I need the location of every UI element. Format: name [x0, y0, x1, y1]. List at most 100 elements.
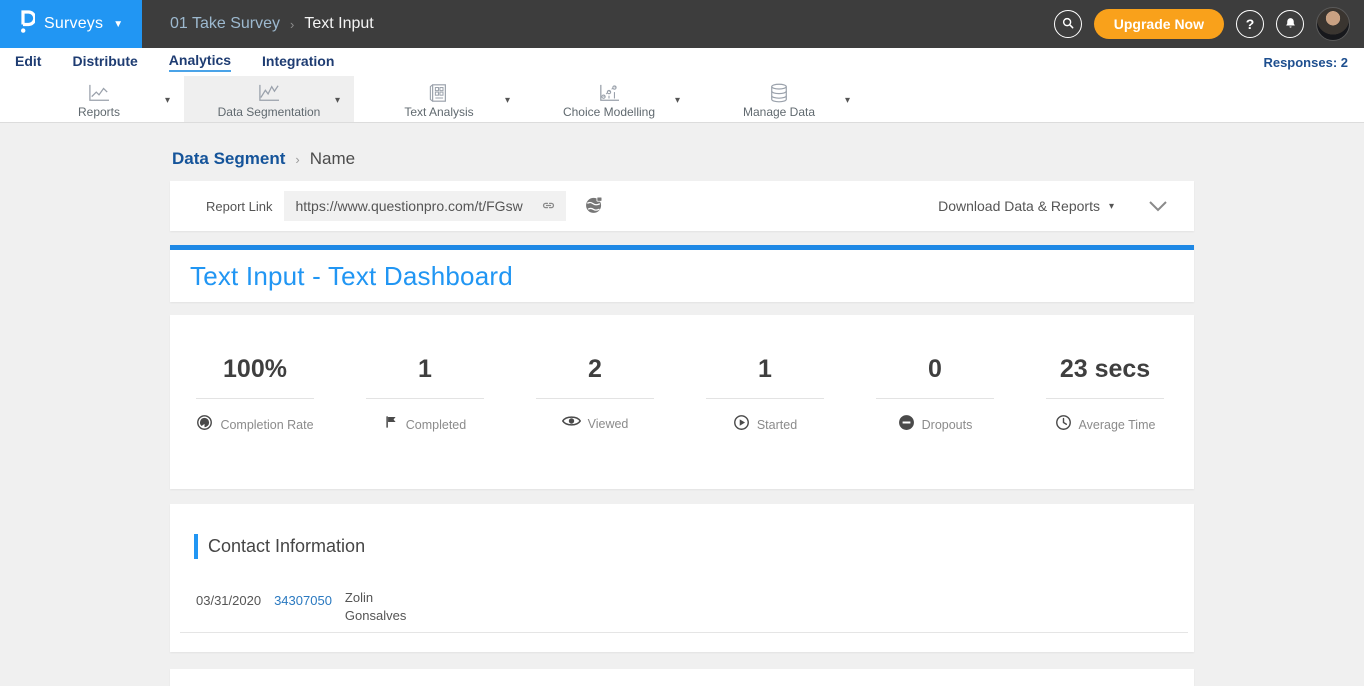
stat-dropouts: 0 Dropouts — [852, 355, 1018, 489]
stat-label: Started — [757, 418, 797, 432]
flag-icon — [384, 414, 399, 435]
breadcrumb-separator: › — [290, 17, 294, 32]
response-date: 03/31/2020 — [196, 589, 261, 608]
clock-icon — [1055, 414, 1072, 436]
play-icon — [733, 414, 750, 436]
text-analysis-icon — [428, 83, 450, 103]
notifications-button[interactable] — [1276, 10, 1304, 38]
breadcrumb: 01 Take Survey › Text Input — [170, 15, 374, 33]
response-id-link[interactable]: 34307050 — [274, 589, 332, 608]
link-icon[interactable] — [539, 197, 558, 219]
choice-modelling-icon — [597, 83, 621, 103]
section-accent-bar — [194, 534, 198, 559]
report-link-card: Report Link Download Data & Reports — [170, 181, 1194, 231]
nav-item-distribute[interactable]: Distribute — [72, 53, 137, 71]
minus-circle-icon — [898, 414, 915, 436]
toolbar-item-data-segmentation[interactable]: Data Segmentation ▾ — [184, 76, 354, 122]
divider — [706, 398, 824, 399]
stat-average-time: 23 secs Average Time — [1022, 355, 1188, 489]
chevron-down-icon[interactable]: ▾ — [675, 95, 680, 106]
question-mark-icon: ? — [1246, 16, 1255, 32]
divider — [366, 398, 484, 399]
breadcrumb-separator: › — [295, 152, 299, 167]
nav-item-analytics[interactable]: Analytics — [169, 52, 231, 72]
stat-value: 1 — [682, 355, 848, 384]
stat-completion-rate: 100% Completion Rate — [172, 355, 338, 489]
chevron-down-icon[interactable]: ▾ — [505, 95, 510, 106]
survey-stats-card: 100% Completion Rate 1 Completed — [170, 315, 1194, 489]
toolbar-item-label: Data Segmentation — [218, 105, 321, 119]
search-icon — [1061, 16, 1075, 33]
database-icon — [768, 83, 790, 103]
nav-item-edit[interactable]: Edit — [15, 53, 41, 71]
toolbar-item-choice-modelling[interactable]: Choice Modelling ▾ — [524, 76, 694, 122]
next-section-card — [170, 669, 1194, 686]
stat-label: Viewed — [588, 417, 629, 431]
toolbar-item-reports[interactable]: Reports ▾ — [14, 76, 184, 122]
stat-value: 1 — [342, 355, 508, 384]
help-button[interactable]: ? — [1236, 10, 1264, 38]
divider — [536, 398, 654, 399]
toolbar-item-label: Text Analysis — [404, 105, 473, 119]
stat-started: 1 Started — [682, 355, 848, 489]
analytics-toolbar: Reports ▾ Data Segmentation ▾ Text Analy… — [0, 76, 1364, 123]
stat-label: Completion Rate — [220, 418, 313, 432]
stat-label: Completed — [406, 418, 466, 432]
contact-information-card: Contact Information 03/31/2020 34307050 … — [170, 504, 1194, 652]
collapse-section-chevron[interactable] — [1148, 200, 1168, 212]
breadcrumb-data-segment-link[interactable]: Data Segment — [172, 149, 285, 169]
eye-icon — [562, 414, 581, 433]
toolbar-item-label: Reports — [78, 105, 120, 119]
search-button[interactable] — [1054, 10, 1082, 38]
download-label: Download Data & Reports — [938, 198, 1100, 214]
questionpro-logo-icon — [18, 9, 35, 39]
breadcrumb-current-segment: Name — [310, 149, 355, 169]
report-link-input[interactable] — [284, 191, 566, 221]
download-data-reports-dropdown[interactable]: Download Data & Reports ▾ — [938, 198, 1114, 214]
globe-lock-icon[interactable] — [584, 195, 604, 220]
dashboard-title-card: Text Input - Text Dashboard — [170, 245, 1194, 302]
divider — [180, 632, 1188, 633]
stat-label: Average Time — [1079, 418, 1156, 432]
stat-label: Dropouts — [922, 418, 973, 432]
stat-value: 100% — [172, 355, 338, 384]
contact-information-heading: Contact Information — [208, 536, 365, 557]
completion-rate-icon — [196, 414, 213, 436]
upgrade-now-button[interactable]: Upgrade Now — [1094, 9, 1224, 39]
chevron-down-icon: ▾ — [1109, 201, 1114, 212]
stat-value: 2 — [512, 355, 678, 384]
breadcrumb-survey-name[interactable]: 01 Take Survey — [170, 15, 280, 33]
stat-completed: 1 Completed — [342, 355, 508, 489]
user-avatar[interactable] — [1316, 7, 1350, 41]
stat-value: 23 secs — [1022, 355, 1188, 384]
chevron-down-icon[interactable]: ▾ — [165, 95, 170, 106]
line-chart-icon — [87, 83, 111, 103]
respondent-name: Zolin Gonsalves — [345, 589, 415, 624]
product-name: Surveys — [44, 15, 103, 33]
nav-item-integration[interactable]: Integration — [262, 53, 334, 71]
bell-icon — [1284, 16, 1297, 33]
chevron-down-icon[interactable]: ▾ — [335, 95, 340, 106]
main-content: Data Segment › Name Report Link — [0, 123, 1364, 685]
survey-nav: Edit Distribute Analytics Integration Re… — [0, 48, 1364, 76]
report-link-label: Report Link — [206, 199, 272, 214]
stat-viewed: 2 Viewed — [512, 355, 678, 489]
toolbar-item-label: Manage Data — [743, 105, 815, 119]
stat-value: 0 — [852, 355, 1018, 384]
top-header: Surveys ▼ 01 Take Survey › Text Input Up… — [0, 0, 1364, 48]
divider — [196, 398, 314, 399]
chevron-down-icon: ▼ — [113, 19, 123, 30]
segment-breadcrumb: Data Segment › Name — [170, 149, 1194, 169]
breadcrumb-page-name: Text Input — [304, 15, 373, 33]
toolbar-item-manage-data[interactable]: Manage Data ▾ — [694, 76, 864, 122]
responses-count[interactable]: Responses: 2 — [1263, 55, 1348, 70]
contact-row: 03/31/2020 34307050 Zolin Gonsalves — [196, 589, 1194, 624]
product-switcher[interactable]: Surveys ▼ — [0, 0, 142, 48]
header-actions: Upgrade Now ? — [1054, 0, 1350, 48]
dashboard-title: Text Input - Text Dashboard — [190, 261, 513, 292]
chevron-down-icon[interactable]: ▾ — [845, 95, 850, 106]
toolbar-item-text-analysis[interactable]: Text Analysis ▾ — [354, 76, 524, 122]
divider — [876, 398, 994, 399]
segmentation-chart-icon — [257, 83, 281, 103]
toolbar-item-label: Choice Modelling — [563, 105, 655, 119]
